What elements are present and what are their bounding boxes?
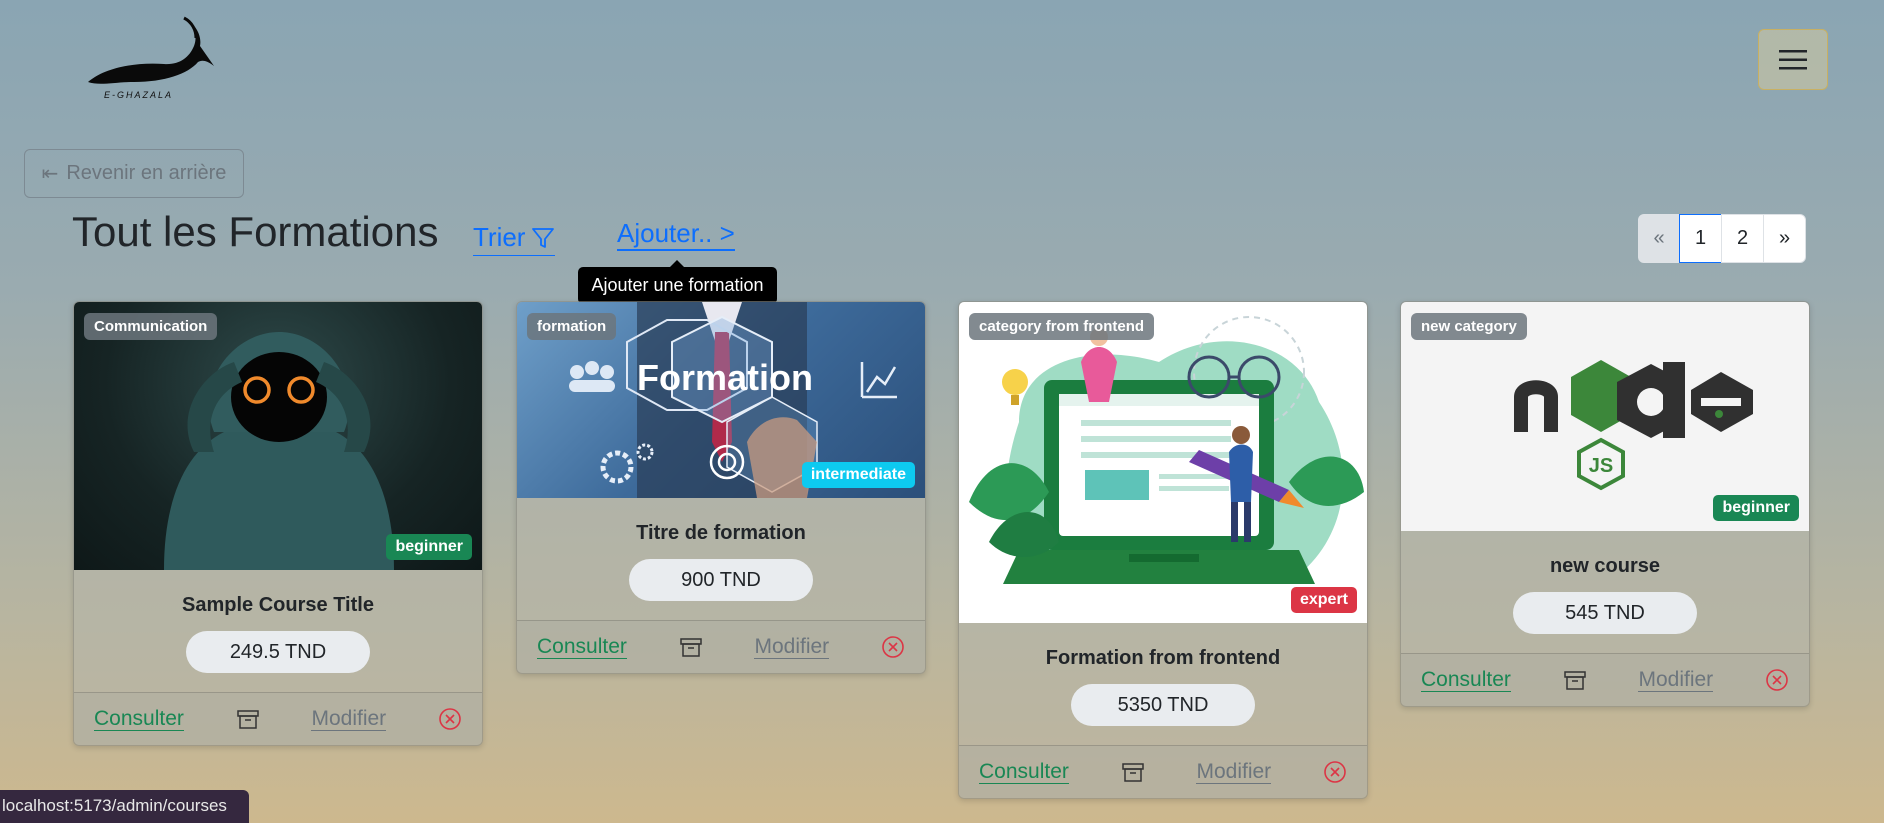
delete-icon[interactable] <box>438 707 462 731</box>
menu-toggle-button[interactable] <box>1758 29 1828 90</box>
level-badge: beginner <box>386 534 472 560</box>
card-actions: Consulter Modifier <box>517 620 925 673</box>
delete-icon[interactable] <box>1323 760 1347 784</box>
hooded-figure-image <box>164 332 394 570</box>
back-button[interactable]: ⇤ Revenir en arrière <box>24 149 244 198</box>
course-card: Communication beginner Sample Course Tit… <box>73 301 483 746</box>
course-title: Titre de formation <box>636 522 806 544</box>
card-actions: Consulter Modifier <box>959 745 1367 798</box>
pagination-page-1[interactable]: 1 <box>1679 214 1722 263</box>
course-image[interactable]: Communication beginner <box>74 302 482 570</box>
consult-link[interactable]: Consulter <box>979 760 1069 785</box>
pagination-next[interactable]: » <box>1763 214 1806 263</box>
category-badge: new category <box>1411 313 1527 340</box>
modify-link[interactable]: Modifier <box>1638 668 1714 693</box>
category-badge: formation <box>527 313 617 340</box>
modify-link[interactable]: Modifier <box>1196 760 1272 785</box>
course-price: 249.5 TND <box>186 631 370 673</box>
archive-icon[interactable] <box>679 636 703 658</box>
consult-link[interactable]: Consulter <box>94 707 184 732</box>
sort-label: Trier <box>473 222 526 252</box>
logo-wordmark: E-GHAZALA <box>104 90 174 100</box>
image-caption: Formation <box>637 357 813 398</box>
image-subcaption: JS <box>1589 455 1613 477</box>
page-title: Tout les Formations <box>72 208 439 255</box>
course-price: 5350 TND <box>1071 684 1255 726</box>
add-course-link[interactable]: Ajouter.. > <box>617 218 735 251</box>
level-badge: intermediate <box>801 462 915 488</box>
course-title: Formation from frontend <box>1045 647 1281 669</box>
course-card: JS new category beginner new course 545 … <box>1400 301 1810 707</box>
category-badge: category from frontend <box>969 313 1155 340</box>
pagination: « 1 2 » <box>1638 214 1806 263</box>
consult-link[interactable]: Consulter <box>1421 668 1511 693</box>
delete-icon[interactable] <box>1765 668 1789 692</box>
delete-icon[interactable] <box>881 635 905 659</box>
course-title: Sample Course Title <box>182 594 374 616</box>
brand-logo[interactable]: E-GHAZALA <box>84 16 226 106</box>
browser-status-url: localhost:5173/admin/courses <box>0 790 249 823</box>
modify-link[interactable]: Modifier <box>311 707 387 732</box>
archive-icon[interactable] <box>1563 669 1587 691</box>
course-image[interactable]: JS new category beginner <box>1401 302 1809 531</box>
hamburger-icon <box>1779 49 1807 69</box>
pagination-page-2[interactable]: 2 <box>1721 214 1764 263</box>
laptop-illustration-image <box>969 316 1364 584</box>
card-actions: Consulter Modifier <box>74 692 482 745</box>
consult-link[interactable]: Consulter <box>537 635 627 660</box>
course-title: new course <box>1549 555 1661 577</box>
category-badge: Communication <box>84 313 218 340</box>
back-button-label: Revenir en arrière <box>66 162 227 184</box>
back-arrow-icon: ⇤ <box>41 163 59 185</box>
course-image[interactable]: category from frontend expert <box>959 302 1367 623</box>
filter-icon <box>532 227 555 248</box>
card-actions: Consulter Modifier <box>1401 653 1809 706</box>
course-image[interactable]: Formation formation intermediate <box>517 302 925 498</box>
pagination-prev[interactable]: « <box>1638 214 1680 263</box>
course-price: 900 TND <box>629 559 813 601</box>
gazelle-logo-icon <box>88 16 214 84</box>
course-card: Formation formation intermediate Titre d… <box>516 301 926 674</box>
level-badge: expert <box>1290 587 1357 613</box>
modify-link[interactable]: Modifier <box>754 635 830 660</box>
archive-icon[interactable] <box>236 708 260 730</box>
archive-icon[interactable] <box>1121 761 1145 783</box>
course-price: 545 TND <box>1513 592 1697 634</box>
add-course-tooltip: Ajouter une formation <box>578 260 777 304</box>
level-badge: beginner <box>1713 495 1799 521</box>
sort-link[interactable]: Trier <box>473 222 556 256</box>
course-card: category from frontend expert Formation … <box>958 301 1368 799</box>
